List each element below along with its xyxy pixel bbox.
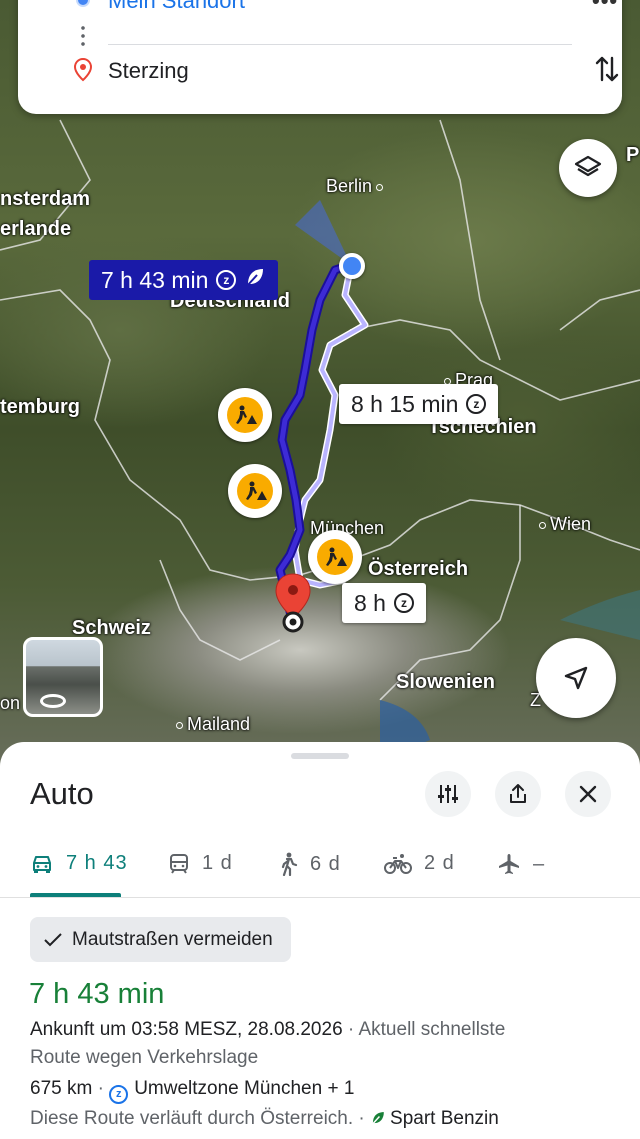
route-options-button[interactable] <box>425 771 471 817</box>
environment-zone-icon: z <box>216 270 237 290</box>
destination-field[interactable]: Sterzing <box>108 58 189 84</box>
country-label-austria: Österreich <box>368 558 469 580</box>
walk-icon <box>281 852 298 876</box>
environment-zone-icon: z <box>393 593 414 613</box>
rotate-360-icon <box>40 694 66 708</box>
navigation-arrow-icon <box>564 666 588 690</box>
fuel-saving-label: Spart Benzin <box>390 1108 499 1129</box>
route-callout-alt-1[interactable]: 8 h 15 min z <box>339 384 499 424</box>
bike-icon <box>384 853 412 874</box>
destination-marker-icon <box>73 57 93 87</box>
check-icon <box>44 932 62 946</box>
avoid-tolls-label: Mautstraßen vermeiden <box>72 928 273 950</box>
tab-flight[interactable]: – <box>497 852 545 876</box>
tab-walk-label: 6 d <box>310 852 341 875</box>
route-duration-alt-1: 8 h 15 min <box>351 390 459 417</box>
tab-bike-label: 2 d <box>424 852 455 874</box>
leaf-icon <box>371 1112 384 1126</box>
swap-vertical-icon[interactable] <box>594 54 620 89</box>
arrival-info: Ankunft um 03:58 MESZ, 28.08.2026 · Aktu… <box>30 1019 505 1041</box>
leaf-icon <box>244 266 266 294</box>
avoid-tolls-chip[interactable]: Mautstraßen vermeiden <box>30 917 291 962</box>
route-callout-main[interactable]: 7 h 43 min z <box>89 260 279 300</box>
street-view-thumbnail[interactable] <box>23 637 103 717</box>
destination-pin-icon[interactable] <box>274 572 312 641</box>
start-navigation-button[interactable] <box>536 638 616 718</box>
origin-dot-icon <box>76 0 90 7</box>
route-distance: 675 km <box>30 1078 93 1099</box>
arrival-note: · Aktuell schnellste <box>342 1019 506 1040</box>
car-icon <box>33 855 51 873</box>
sliders-icon <box>438 785 458 803</box>
close-button[interactable] <box>565 771 611 817</box>
tab-bike[interactable]: 2 d <box>384 852 455 875</box>
country-label-slovenia: Slowenien <box>396 671 495 693</box>
roadworks-warning-icon[interactable] <box>218 388 272 442</box>
city-label-milan: Mailand <box>172 714 250 735</box>
border-note: Diese Route verläuft durch Österreich. <box>30 1108 354 1129</box>
roadworks-warning-icon[interactable] <box>308 530 362 584</box>
route-duration-main: 7 h 43 min <box>101 266 209 293</box>
train-icon <box>170 853 188 874</box>
tab-transit[interactable]: 1 d <box>168 852 233 875</box>
environment-zone-icon: z <box>466 394 487 414</box>
arrival-time: Ankunft um 03:58 MESZ, 28.08.2026 <box>30 1019 343 1040</box>
environment-zone-icon: z <box>109 1085 129 1104</box>
tab-transit-label: 1 d <box>202 852 233 874</box>
arrival-note-continued: Route wegen Verkehrslage <box>30 1047 259 1068</box>
country-label-luxembourg: temburg <box>0 396 80 418</box>
share-icon <box>510 784 526 803</box>
environment-zone-label: Umweltzone München + 1 <box>134 1078 355 1099</box>
city-label-p-edge: P <box>626 144 640 166</box>
tab-flight-label: – <box>533 852 546 875</box>
directions-search-card: Mein Standort ••• Sterzing <box>18 0 622 114</box>
route-callout-alt-2[interactable]: 8 h z <box>342 583 426 623</box>
route-bottom-sheet: Auto 7 h 43 1 d 6 d 2 d – Mautstraßen ve… <box>0 742 640 1139</box>
plane-icon <box>499 854 519 874</box>
route-duration-alt-2: 8 h <box>354 589 386 616</box>
country-label-netherlands: erlande <box>0 218 72 240</box>
distance-info: 675 km · z Umweltzone München + 1 <box>30 1078 354 1104</box>
roadworks-warning-icon[interactable] <box>228 464 282 518</box>
field-divider <box>108 44 572 45</box>
sheet-title: Auto <box>30 776 94 811</box>
current-location-marker[interactable] <box>339 253 365 279</box>
share-button[interactable] <box>495 771 541 817</box>
city-label-vienna: Wien <box>535 514 591 535</box>
more-horizontal-icon[interactable]: ••• <box>592 0 618 14</box>
layers-icon <box>574 155 602 177</box>
origin-field[interactable]: Mein Standort <box>108 0 245 14</box>
city-label-amsterdam: nsterdam <box>0 188 91 210</box>
map-view[interactable]: Berlin P nsterdam erlande Deutschland te… <box>0 0 640 780</box>
route-notes: Diese Route verläuft durch Österreich. ·… <box>30 1108 499 1129</box>
tab-walk[interactable]: 6 d <box>278 852 341 876</box>
travel-mode-tabs: 7 h 43 1 d 6 d 2 d – <box>0 842 640 898</box>
layers-button[interactable] <box>559 139 617 197</box>
city-label-on-edge: on <box>0 693 21 713</box>
sheet-drag-handle[interactable] <box>291 753 349 759</box>
tab-car-label: 7 h 43 <box>66 852 128 874</box>
active-tab-indicator <box>30 893 121 897</box>
route-duration: 7 h 43 min <box>29 978 165 1010</box>
city-label-berlin: Berlin <box>326 176 387 197</box>
close-icon <box>579 785 597 803</box>
route-dots-icon <box>81 24 85 48</box>
tab-car[interactable]: 7 h 43 <box>30 852 128 875</box>
